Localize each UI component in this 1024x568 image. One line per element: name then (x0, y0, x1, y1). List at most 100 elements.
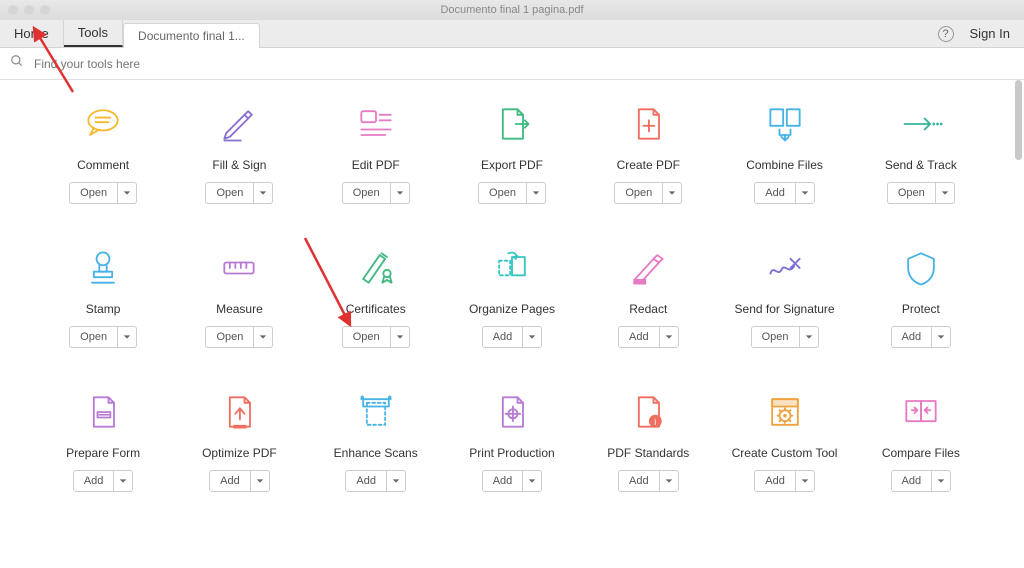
action-button[interactable]: Add (210, 471, 251, 491)
tool-edit-pdf[interactable]: Edit PDF Open (313, 100, 439, 204)
tab-tools[interactable]: Tools (64, 20, 123, 47)
chevron-down-icon[interactable] (800, 327, 818, 347)
chevron-down-icon[interactable] (251, 471, 269, 491)
window-controls[interactable] (8, 5, 50, 15)
tool-create-custom-tool[interactable]: Create Custom Tool Add (721, 388, 847, 492)
action-button[interactable]: Add (892, 471, 933, 491)
tool-pdf-standards[interactable]: i PDF Standards Add (585, 388, 711, 492)
tool-stamp[interactable]: Stamp Open (40, 244, 166, 348)
chevron-down-icon[interactable] (663, 183, 681, 203)
scrollbar-thumb[interactable] (1015, 80, 1022, 160)
chevron-down-icon[interactable] (523, 471, 541, 491)
action-button[interactable]: Open (888, 183, 936, 203)
comment-action[interactable]: Open (69, 182, 137, 204)
stamp-action[interactable]: Open (69, 326, 137, 348)
tool-combine-files[interactable]: Combine Files Add (721, 100, 847, 204)
chevron-down-icon[interactable] (391, 183, 409, 203)
action-button[interactable]: Add (755, 471, 796, 491)
pdf-standards-action[interactable]: Add (618, 470, 679, 492)
tool-measure[interactable]: Measure Open (176, 244, 302, 348)
action-button[interactable]: Add (483, 327, 524, 347)
tool-fill-sign[interactable]: Fill & Sign Open (176, 100, 302, 204)
chevron-down-icon[interactable] (932, 471, 950, 491)
chevron-down-icon[interactable] (932, 327, 950, 347)
action-button[interactable]: Add (755, 183, 796, 203)
tab-home[interactable]: Home (0, 20, 64, 47)
action-button[interactable]: Add (346, 471, 387, 491)
action-button[interactable]: Open (343, 327, 391, 347)
action-button[interactable]: Add (619, 471, 660, 491)
chevron-down-icon[interactable] (796, 471, 814, 491)
chevron-down-icon[interactable] (254, 327, 272, 347)
action-button[interactable]: Open (70, 327, 118, 347)
chevron-down-icon[interactable] (660, 471, 678, 491)
enhance-scans-action[interactable]: Add (345, 470, 406, 492)
tool-redact[interactable]: Redact Add (585, 244, 711, 348)
tool-print-production[interactable]: Print Production Add (449, 388, 575, 492)
tool-optimize-pdf[interactable]: Optimize PDF Add (176, 388, 302, 492)
help-icon[interactable]: ? (938, 26, 954, 42)
tool-compare-files[interactable]: Compare Files Add (858, 388, 984, 492)
create-custom-tool-action[interactable]: Add (754, 470, 815, 492)
search-input[interactable] (34, 57, 1024, 71)
tool-enhance-scans[interactable]: Enhance Scans Add (313, 388, 439, 492)
fill-sign-action[interactable]: Open (205, 182, 273, 204)
prepare-form-action[interactable]: Add (73, 470, 134, 492)
compare-files-action[interactable]: Add (891, 470, 952, 492)
create-pdf-action[interactable]: Open (614, 182, 682, 204)
action-button[interactable]: Open (206, 327, 254, 347)
chevron-down-icon[interactable] (114, 471, 132, 491)
combine-files-action[interactable]: Add (754, 182, 815, 204)
certificates-action[interactable]: Open (342, 326, 410, 348)
document-tab[interactable]: Documento final 1... (123, 23, 260, 48)
optimize-pdf-action[interactable]: Add (209, 470, 270, 492)
send-signature-action[interactable]: Open (751, 326, 819, 348)
compare-files-icon (897, 388, 945, 436)
action-button[interactable]: Add (483, 471, 524, 491)
chevron-down-icon[interactable] (796, 183, 814, 203)
tool-comment[interactable]: Comment Open (40, 100, 166, 204)
measure-action[interactable]: Open (205, 326, 273, 348)
protect-action[interactable]: Add (891, 326, 952, 348)
tool-protect[interactable]: Protect Add (858, 244, 984, 348)
tool-organize-pages[interactable]: Organize Pages Add (449, 244, 575, 348)
close-dot[interactable] (8, 5, 18, 15)
tool-prepare-form[interactable]: Prepare Form Add (40, 388, 166, 492)
send-track-action[interactable]: Open (887, 182, 955, 204)
chevron-down-icon[interactable] (527, 183, 545, 203)
print-production-action[interactable]: Add (482, 470, 543, 492)
tool-export-pdf[interactable]: Export PDF Open (449, 100, 575, 204)
chevron-down-icon[interactable] (391, 327, 409, 347)
action-button[interactable]: Open (479, 183, 527, 203)
tool-label: Print Production (469, 446, 554, 460)
edit-pdf-action[interactable]: Open (342, 182, 410, 204)
chevron-down-icon[interactable] (118, 183, 136, 203)
action-button[interactable]: Open (615, 183, 663, 203)
action-button[interactable]: Open (752, 327, 800, 347)
redact-action[interactable]: Add (618, 326, 679, 348)
organize-pages-action[interactable]: Add (482, 326, 543, 348)
action-button[interactable]: Open (70, 183, 118, 203)
chevron-down-icon[interactable] (254, 183, 272, 203)
action-button[interactable]: Add (74, 471, 115, 491)
tool-create-pdf[interactable]: Create PDF Open (585, 100, 711, 204)
chevron-down-icon[interactable] (660, 327, 678, 347)
action-button[interactable]: Add (892, 327, 933, 347)
chevron-down-icon[interactable] (523, 327, 541, 347)
signin-link[interactable]: Sign In (970, 26, 1010, 41)
chevron-down-icon[interactable] (118, 327, 136, 347)
tool-send-track[interactable]: Send & Track Open (858, 100, 984, 204)
export-pdf-action[interactable]: Open (478, 182, 546, 204)
tool-label: Compare Files (882, 446, 960, 460)
action-button[interactable]: Open (343, 183, 391, 203)
chevron-down-icon[interactable] (387, 471, 405, 491)
export-pdf-icon (488, 100, 536, 148)
comment-icon (79, 100, 127, 148)
tool-send-signature[interactable]: Send for Signature Open (721, 244, 847, 348)
tool-certificates[interactable]: Certificates Open (313, 244, 439, 348)
action-button[interactable]: Open (206, 183, 254, 203)
chevron-down-icon[interactable] (936, 183, 954, 203)
zoom-dot[interactable] (40, 5, 50, 15)
minimize-dot[interactable] (24, 5, 34, 15)
action-button[interactable]: Add (619, 327, 660, 347)
